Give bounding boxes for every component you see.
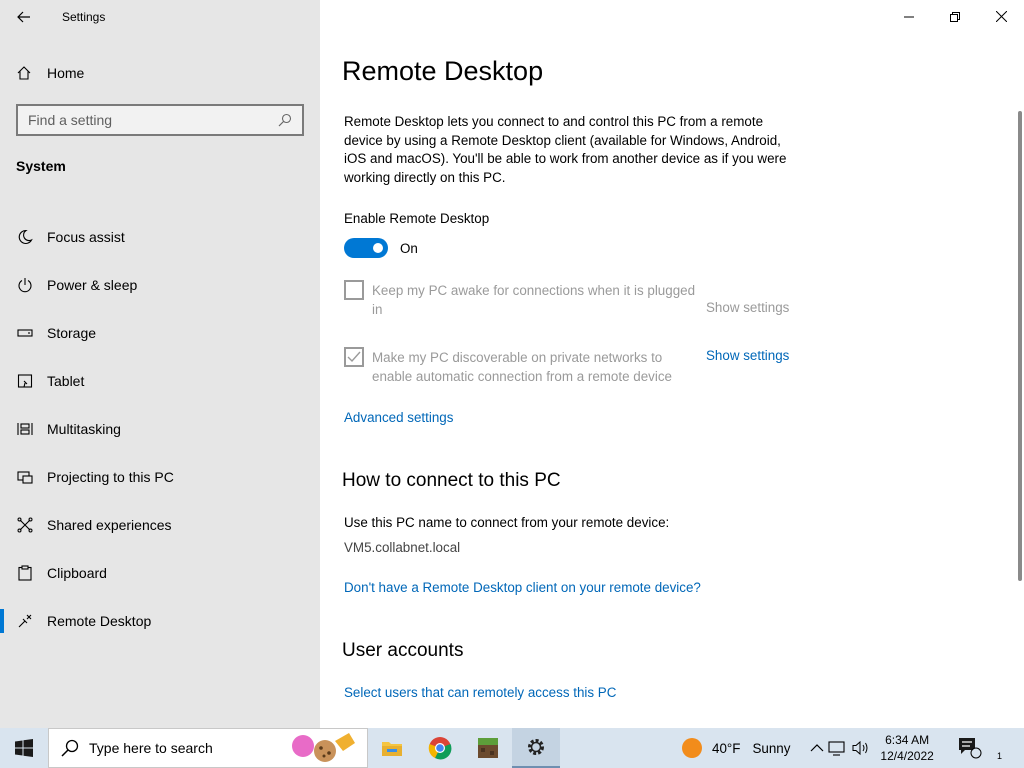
search-icon <box>278 113 292 127</box>
clipboard-icon <box>16 565 34 581</box>
discoverable-show-settings-link[interactable]: Show settings <box>706 348 789 363</box>
nav-item-label: Remote Desktop <box>47 613 152 629</box>
nav-item-label: Storage <box>47 325 97 341</box>
action-center-button[interactable]: 1 <box>950 737 1002 761</box>
close-button[interactable] <box>978 0 1024 33</box>
nav-item-label: Projecting to this PC <box>47 469 174 485</box>
nav-item-label: Tablet <box>47 373 85 389</box>
find-setting-input[interactable] <box>28 112 258 128</box>
power-icon <box>16 277 34 293</box>
show-hidden-icons-chevron-up-icon[interactable] <box>810 743 824 753</box>
toggle-knob <box>373 243 383 253</box>
chrome-icon <box>428 736 452 760</box>
taskbar-clock[interactable]: 6:34 AM 12/4/2022 <box>880 732 933 764</box>
nav-item-storage[interactable]: Storage <box>0 309 320 357</box>
taskbar-search-box[interactable]: Type here to search <box>48 728 368 768</box>
no-client-link[interactable]: Don't have a Remote Desktop client on yo… <box>344 580 701 595</box>
storage-icon <box>16 325 34 341</box>
pc-name-value: VM5.collabnet.local <box>344 540 461 555</box>
vertical-scrollbar[interactable] <box>1018 111 1022 581</box>
back-button[interactable] <box>0 0 48 33</box>
restore-icon <box>950 11 960 22</box>
multitasking-icon <box>16 421 34 437</box>
keep-awake-checkbox[interactable] <box>344 280 364 300</box>
search-highlight-illustration-icon <box>289 731 359 765</box>
keep-awake-show-settings-link[interactable]: Show settings <box>706 300 789 315</box>
sunny-weather-icon <box>682 738 702 758</box>
user-accounts-heading: User accounts <box>342 640 464 661</box>
navigation-pane: Settings Home System Focus assist Power … <box>0 0 320 728</box>
settings-gear-icon <box>526 737 546 757</box>
nav-item-tablet[interactable]: Tablet <box>0 357 320 405</box>
advanced-settings-link[interactable]: Advanced settings <box>344 410 453 425</box>
weather-widget[interactable]: 40°F Sunny <box>682 738 790 758</box>
section-title-system: System <box>16 158 66 174</box>
minecraft-icon <box>477 737 499 759</box>
back-arrow-icon <box>17 11 31 23</box>
shared-experiences-icon <box>16 517 34 533</box>
search-icon <box>61 739 79 757</box>
nav-item-label: Shared experiences <box>47 517 172 533</box>
nav-item-power-sleep[interactable]: Power & sleep <box>0 261 320 309</box>
home-label: Home <box>47 65 85 81</box>
toggle-state-label: On <box>400 241 418 256</box>
nav-item-shared-experiences[interactable]: Shared experiences <box>0 501 320 549</box>
file-explorer-icon <box>381 738 403 758</box>
taskbar-search-placeholder: Type here to search <box>89 740 213 756</box>
system-nav-list: Focus assist Power & sleep Storage Table… <box>0 213 320 645</box>
discoverable-label: Make my PC discoverable on private netwo… <box>372 350 672 384</box>
home-icon <box>16 65 32 81</box>
enable-remote-desktop-label: Enable Remote Desktop <box>344 211 490 226</box>
notification-count: 1 <box>996 751 1002 761</box>
nav-item-multitasking[interactable]: Multitasking <box>0 405 320 453</box>
system-tray <box>810 740 870 756</box>
active-indicator <box>0 609 4 633</box>
nav-item-label: Power & sleep <box>47 277 138 293</box>
checkmark-icon <box>347 351 361 363</box>
select-users-link[interactable]: Select users that can remotely access th… <box>344 685 616 700</box>
close-icon <box>995 11 1007 22</box>
chrome-taskbar-button[interactable] <box>416 728 464 768</box>
page-title: Remote Desktop <box>342 56 544 86</box>
moon-icon <box>16 229 34 245</box>
connect-instructions: Use this PC name to connect from your re… <box>344 515 670 530</box>
weather-description: Sunny <box>752 740 791 756</box>
nav-item-label: Clipboard <box>47 565 107 581</box>
keep-awake-label: Keep my PC awake for connections when it… <box>372 283 696 317</box>
network-icon[interactable] <box>828 740 848 756</box>
taskbar: Type here to search 40°F Sunny 6:34 AM 1… <box>0 728 1024 768</box>
windows-logo-icon <box>15 739 33 757</box>
restore-button[interactable] <box>932 0 978 33</box>
nav-item-label: Focus assist <box>47 229 125 245</box>
notification-icon <box>958 737 982 759</box>
nav-item-projecting[interactable]: Projecting to this PC <box>0 453 320 501</box>
nav-item-focus-assist[interactable]: Focus assist <box>0 213 320 261</box>
window-controls <box>886 0 1024 33</box>
minimize-icon <box>904 12 914 22</box>
app-title: Settings <box>62 9 106 24</box>
remote-desktop-icon <box>16 613 34 629</box>
enable-remote-desktop-toggle[interactable] <box>344 238 388 258</box>
find-setting-search-box[interactable] <box>16 104 304 136</box>
tablet-icon <box>16 373 34 389</box>
how-to-connect-heading: How to connect to this PC <box>342 470 561 491</box>
projecting-icon <box>16 469 34 485</box>
minimize-button[interactable] <box>886 0 932 33</box>
nav-item-label: Multitasking <box>47 421 121 437</box>
weather-temperature: 40°F <box>712 740 741 756</box>
title-bar: Settings <box>0 0 320 33</box>
content-pane: Remote Desktop Remote Desktop lets you c… <box>320 0 1024 728</box>
home-nav-item[interactable]: Home <box>0 55 320 91</box>
minecraft-taskbar-button[interactable] <box>464 728 512 768</box>
discoverable-checkbox[interactable] <box>344 347 364 367</box>
nav-item-clipboard[interactable]: Clipboard <box>0 549 320 597</box>
nav-item-remote-desktop[interactable]: Remote Desktop <box>0 597 320 645</box>
page-description: Remote Desktop lets you connect to and c… <box>344 114 787 185</box>
start-button[interactable] <box>0 728 48 768</box>
file-explorer-taskbar-button[interactable] <box>368 728 416 768</box>
clock-time: 6:34 AM <box>885 733 930 747</box>
settings-taskbar-button[interactable] <box>512 728 560 768</box>
volume-icon[interactable] <box>852 740 870 756</box>
clock-date: 12/4/2022 <box>880 749 934 763</box>
